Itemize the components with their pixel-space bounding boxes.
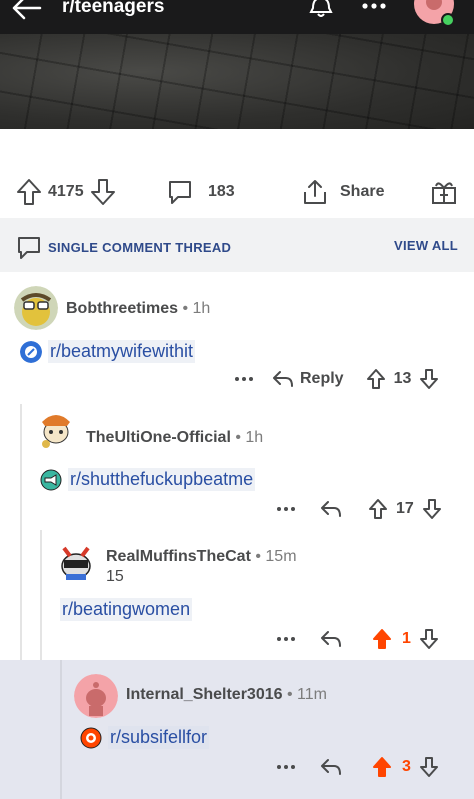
- reply-button[interactable]: Reply: [300, 370, 344, 388]
- single-comment-thread-bar: SINGLE COMMENT THREAD VIEW ALL: [0, 218, 474, 272]
- author-name[interactable]: TheUltiOne-Official: [86, 429, 231, 446]
- commenter-avatar[interactable]: [74, 674, 118, 718]
- comment-actions: Reply 13: [234, 368, 439, 390]
- comment: Bobthreetimes • 1h r/beatmywifewithit Re…: [0, 286, 474, 404]
- more-options-icon[interactable]: [276, 635, 296, 643]
- comment-time: • 15m: [250, 548, 297, 565]
- comment-author[interactable]: Internal_Shelter3016 • 11m: [126, 686, 327, 704]
- comment-score: 17: [396, 500, 414, 517]
- upvote-arrow-icon-active[interactable]: [372, 628, 392, 650]
- upvote-arrow-icon-active[interactable]: [372, 756, 392, 778]
- author-name[interactable]: Bobthreetimes: [66, 300, 178, 317]
- reply-arrow-icon[interactable]: [320, 758, 342, 776]
- downvote-arrow-icon[interactable]: [90, 178, 116, 206]
- share-icon: [304, 180, 326, 204]
- comment-highlighted: Internal_Shelter3016 • 11m r/subsifellfo…: [0, 672, 474, 799]
- comment-score: 13: [393, 370, 412, 387]
- more-options-icon[interactable]: [360, 0, 388, 16]
- commenter-avatar[interactable]: [14, 286, 58, 330]
- comment-author[interactable]: RealMuffinsTheCat • 15m: [106, 548, 297, 566]
- comment-body: r/subsifellfor: [80, 726, 210, 749]
- commenter-avatar[interactable]: [34, 408, 78, 452]
- downvote-arrow-icon[interactable]: [419, 368, 439, 390]
- reply-arrow-icon[interactable]: [320, 500, 342, 518]
- comment-time: • 11m: [282, 686, 327, 703]
- comment-author[interactable]: Bobthreetimes • 1h: [66, 300, 210, 318]
- comment: RealMuffinsTheCat • 15m 15 r/beatingwome…: [0, 536, 474, 660]
- comment-count: 183: [208, 183, 235, 200]
- downvote-arrow-icon[interactable]: [419, 628, 439, 650]
- comment-body: r/shutthefuckupbeatme: [40, 468, 256, 491]
- upvote-arrow-icon[interactable]: [368, 498, 388, 520]
- comment-bubble-icon: [169, 181, 191, 204]
- subreddit-link[interactable]: r/beatmywifewithit: [48, 340, 196, 363]
- comment-actions: 17: [276, 498, 442, 520]
- subreddit-link[interactable]: r/subsifellfor: [108, 726, 210, 749]
- more-options-icon[interactable]: [276, 763, 296, 771]
- thread-label: SINGLE COMMENT THREAD: [16, 234, 231, 260]
- subreddit-icon: [20, 340, 42, 363]
- commenter-avatar[interactable]: [54, 540, 98, 584]
- top-bar: r/teenagers: [0, 0, 474, 34]
- comment-body: r/beatingwomen: [60, 598, 193, 621]
- subreddit-title[interactable]: r/teenagers: [62, 0, 164, 18]
- post-score: 4175: [48, 183, 84, 200]
- subreddit-link[interactable]: r/beatingwomen: [60, 598, 193, 621]
- post-actions: 4175 183 Share: [0, 168, 474, 218]
- subreddit-link[interactable]: r/shutthefuckupbeatme: [68, 468, 256, 491]
- comment-score: 1: [402, 630, 411, 647]
- view-all-link[interactable]: VIEW ALL: [394, 238, 458, 253]
- user-avatar[interactable]: [412, 0, 456, 28]
- author-name[interactable]: RealMuffinsTheCat: [106, 548, 251, 565]
- back-arrow-icon[interactable]: [10, 0, 42, 20]
- subreddit-icon: [40, 469, 62, 490]
- comment-body: r/beatmywifewithit: [20, 340, 196, 363]
- comments-button[interactable]: 183: [166, 178, 235, 206]
- thread-title: SINGLE COMMENT THREAD: [48, 239, 232, 255]
- comment-actions: 3: [276, 756, 439, 778]
- more-options-icon[interactable]: [234, 375, 254, 383]
- comment-bubble-icon: [18, 237, 40, 259]
- reply-arrow-icon[interactable]: [320, 630, 342, 648]
- comment-subline: 15: [106, 568, 124, 585]
- more-options-icon[interactable]: [276, 505, 296, 513]
- share-label: Share: [340, 183, 385, 200]
- award-gift-icon[interactable]: [430, 178, 458, 206]
- reply-arrow-icon[interactable]: [272, 370, 294, 388]
- upvote-arrow-icon[interactable]: [16, 178, 42, 206]
- upvote-arrow-icon[interactable]: [366, 368, 386, 390]
- subreddit-icon: [80, 727, 102, 748]
- post-image[interactable]: [0, 34, 474, 129]
- comment-time: • 1h: [178, 300, 211, 317]
- downvote-arrow-icon[interactable]: [419, 756, 439, 778]
- share-button[interactable]: Share: [302, 178, 384, 206]
- vote-group: 4175: [16, 178, 116, 206]
- bell-icon[interactable]: [306, 0, 336, 20]
- comment-time: • 1h: [230, 429, 264, 446]
- comment-actions: 1: [276, 628, 439, 650]
- comment: TheUltiOne-Official • 1h r/shutthefuckup…: [0, 408, 474, 530]
- downvote-arrow-icon[interactable]: [422, 498, 442, 520]
- author-name[interactable]: Internal_Shelter3016: [126, 686, 283, 703]
- comment-author[interactable]: TheUltiOne-Official • 1h: [86, 429, 263, 447]
- comment-score: 3: [402, 758, 411, 775]
